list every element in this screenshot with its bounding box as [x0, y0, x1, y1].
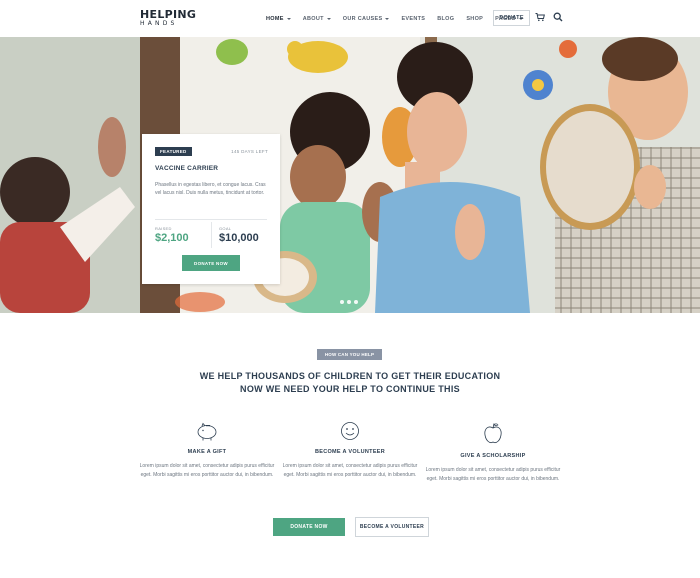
nav-item-about[interactable]: ABOUT [303, 16, 331, 22]
divider [155, 219, 267, 220]
chevron-down-icon [385, 17, 390, 20]
cause-description: Phasellus in egestas libero, et congue l… [155, 182, 266, 196]
header-donate-button[interactable]: DONATE [493, 10, 530, 26]
nav-item-shop[interactable]: SHOP [466, 16, 483, 22]
chevron-down-icon [326, 17, 331, 20]
slider-dot[interactable] [340, 300, 344, 304]
become-volunteer-button[interactable]: BECOME A VOLUNTEER [355, 517, 429, 537]
feature-text: Lorem ipsum dolor sit amet, consectetur … [139, 463, 275, 478]
goal-amount: $10,000 [219, 232, 259, 244]
raised-amount: $2,100 [155, 232, 189, 244]
logo-line1: HELPING [140, 8, 197, 21]
hero-photo [0, 37, 700, 313]
nav-item-blog[interactable]: BLOG [437, 16, 454, 22]
nav-label: BLOG [437, 15, 455, 22]
logo[interactable]: HELPING HANDS [140, 9, 196, 27]
days-left: 145 DAYS LEFT [231, 149, 268, 154]
slider-dot[interactable] [354, 300, 358, 304]
cart-icon[interactable] [535, 12, 545, 22]
feature-make-a-gift: MAKE A GIFT Lorem ipsum dolor sit amet, … [137, 421, 277, 480]
heading-line: NOW WE NEED YOUR HELP TO CONTINUE THIS [240, 384, 460, 394]
feature-title: BECOME A VOLUNTEER [314, 449, 386, 455]
search-icon[interactable] [553, 12, 563, 22]
nav-item-our-causes[interactable]: OUR CAUSES [343, 16, 390, 22]
chevron-down-icon [286, 17, 291, 20]
feature-text: Lorem ipsum dolor sit amet, consectetur … [282, 463, 418, 478]
section-tag: HOW CAN YOU HELP [317, 349, 382, 360]
nav-label: ABOUT [302, 15, 324, 22]
site-header: HELPING HANDS HOME ABOUT OUR CAUSES EVEN… [0, 0, 700, 37]
piggy-bank-icon [197, 422, 217, 441]
cause-title[interactable]: VACCINE CARRIER [155, 165, 218, 172]
card-donate-button[interactable]: DONATE NOW [182, 255, 240, 271]
slider-dots [340, 300, 358, 304]
featured-cause-card: FEATURED 145 DAYS LEFT VACCINE CARRIER P… [142, 134, 280, 284]
section-heading: WE HELP THOUSANDS OF CHILDREN TO GET THE… [150, 370, 550, 396]
feature-become-a-volunteer: BECOME A VOLUNTEER Lorem ipsum dolor sit… [280, 421, 420, 480]
nav-label: SHOP [466, 15, 484, 22]
heading-line: WE HELP THOUSANDS OF CHILDREN TO GET THE… [199, 371, 501, 381]
goal-label: GOAL [219, 226, 232, 231]
feature-text: Lorem ipsum dolor sit amet, consectetur … [425, 467, 561, 482]
logo-line2: HANDS [140, 20, 178, 27]
nav-item-home[interactable]: HOME [266, 16, 291, 22]
nav-item-events[interactable]: EVENTS [401, 16, 425, 22]
apple-icon [484, 423, 502, 443]
nav-label: HOME [266, 15, 284, 22]
featured-badge: FEATURED [155, 147, 192, 156]
feature-title: MAKE A GIFT [187, 449, 227, 455]
divider [211, 222, 212, 248]
hero-slider: FEATURED 145 DAYS LEFT VACCINE CARRIER P… [0, 37, 700, 313]
donate-now-button[interactable]: DONATE NOW [273, 518, 345, 536]
nav-label: EVENTS [401, 15, 426, 22]
nav-label: OUR CAUSES [342, 15, 383, 22]
feature-title: GIVE A SCHOLARSHIP [460, 453, 526, 459]
smiley-icon [341, 422, 359, 440]
slider-dot[interactable] [347, 300, 351, 304]
feature-give-a-scholarship: GIVE A SCHOLARSHIP Lorem ipsum dolor sit… [423, 421, 563, 484]
raised-label: RAISED [155, 226, 172, 231]
